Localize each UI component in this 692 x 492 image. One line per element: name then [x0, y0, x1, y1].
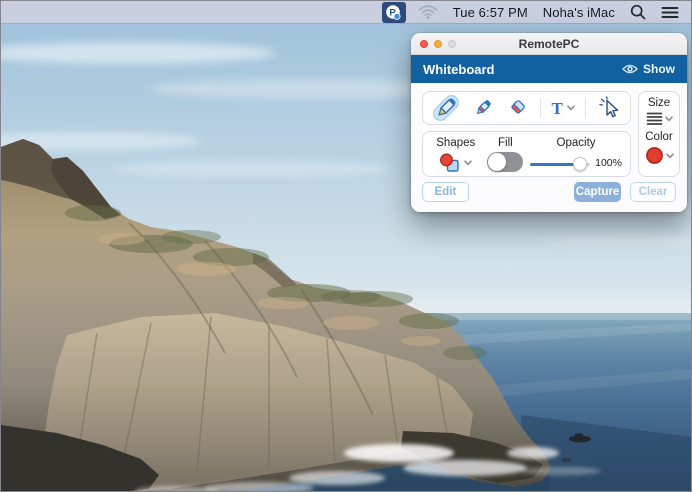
- shapes-group: Shapes Fill Opacit: [422, 131, 631, 177]
- size-lines-icon: [646, 112, 663, 126]
- desktop-screen: P Tue 6:57 PM Noha's iMac: [0, 0, 692, 492]
- pen-tool-button[interactable]: [432, 94, 460, 122]
- menubar-list-item[interactable]: [661, 6, 679, 19]
- remotepc-menubar-item[interactable]: P: [382, 2, 406, 23]
- window-title: RemotePC: [411, 37, 687, 51]
- eraser-tool-button[interactable]: [505, 96, 529, 120]
- size-color-group: Size Color: [638, 91, 680, 177]
- opacity-value: 100%: [595, 157, 622, 169]
- color-label: Color: [645, 131, 672, 143]
- pointer-tool-button[interactable]: [597, 96, 621, 120]
- remotepc-logo-icon: P: [385, 4, 402, 21]
- menubar-clock[interactable]: Tue 6:57 PM: [453, 5, 528, 20]
- size-label: Size: [648, 97, 670, 109]
- size-dropdown[interactable]: [646, 112, 673, 126]
- menu-bar: P Tue 6:57 PM Noha's iMac: [1, 1, 691, 24]
- pen-icon: [432, 94, 460, 122]
- menubar-device-name[interactable]: Noha's iMac: [543, 5, 615, 20]
- chevron-down-icon: [666, 153, 674, 159]
- menubar-search-item[interactable]: [630, 4, 646, 20]
- opacity-label: Opacity: [557, 137, 596, 150]
- toggle-knob[interactable]: [488, 153, 506, 171]
- tools-group: T: [422, 91, 631, 125]
- edit-button[interactable]: Edit: [422, 182, 469, 202]
- show-label: Show: [643, 62, 675, 76]
- text-tool-icon: T: [551, 100, 562, 117]
- eraser-icon: [505, 96, 529, 120]
- wifi-icon: [418, 4, 438, 20]
- opacity-slider[interactable]: [530, 157, 590, 171]
- text-tool-button[interactable]: T: [551, 100, 574, 117]
- show-toggle[interactable]: Show: [622, 62, 675, 76]
- whiteboard-title: Whiteboard: [423, 62, 495, 77]
- search-icon: [630, 4, 646, 20]
- fill-label: Fill: [498, 137, 513, 150]
- marker-tool-button[interactable]: [471, 96, 495, 120]
- clear-button[interactable]: Clear: [630, 182, 676, 202]
- slider-knob[interactable]: [573, 157, 587, 171]
- capture-button[interactable]: Capture: [574, 182, 621, 202]
- marker-icon: [471, 96, 495, 120]
- whiteboard-body: T Size: [411, 83, 687, 212]
- toolbar-divider: [540, 98, 541, 118]
- shapes-icon: [439, 153, 461, 173]
- chevron-down-icon: [665, 116, 673, 122]
- chevron-down-icon: [464, 160, 472, 166]
- toolbar-divider: [585, 98, 586, 118]
- whiteboard-header: Whiteboard Show: [411, 55, 687, 83]
- eye-icon: [622, 63, 638, 75]
- fill-toggle-off[interactable]: [487, 152, 523, 172]
- color-dropdown[interactable]: [645, 146, 674, 165]
- window-titlebar[interactable]: RemotePC: [411, 33, 687, 55]
- shapes-label: Shapes: [436, 137, 475, 150]
- pointer-icon: [597, 96, 621, 120]
- color-swatch-icon: [645, 146, 664, 165]
- list-icon: [661, 6, 679, 19]
- chevron-down-icon: [567, 105, 575, 111]
- action-buttons: Edit Capture Clear: [422, 182, 676, 202]
- remotepc-window: RemotePC Whiteboard Show: [411, 33, 687, 212]
- shapes-dropdown[interactable]: [439, 153, 472, 173]
- wifi-menubar-item[interactable]: [418, 4, 438, 20]
